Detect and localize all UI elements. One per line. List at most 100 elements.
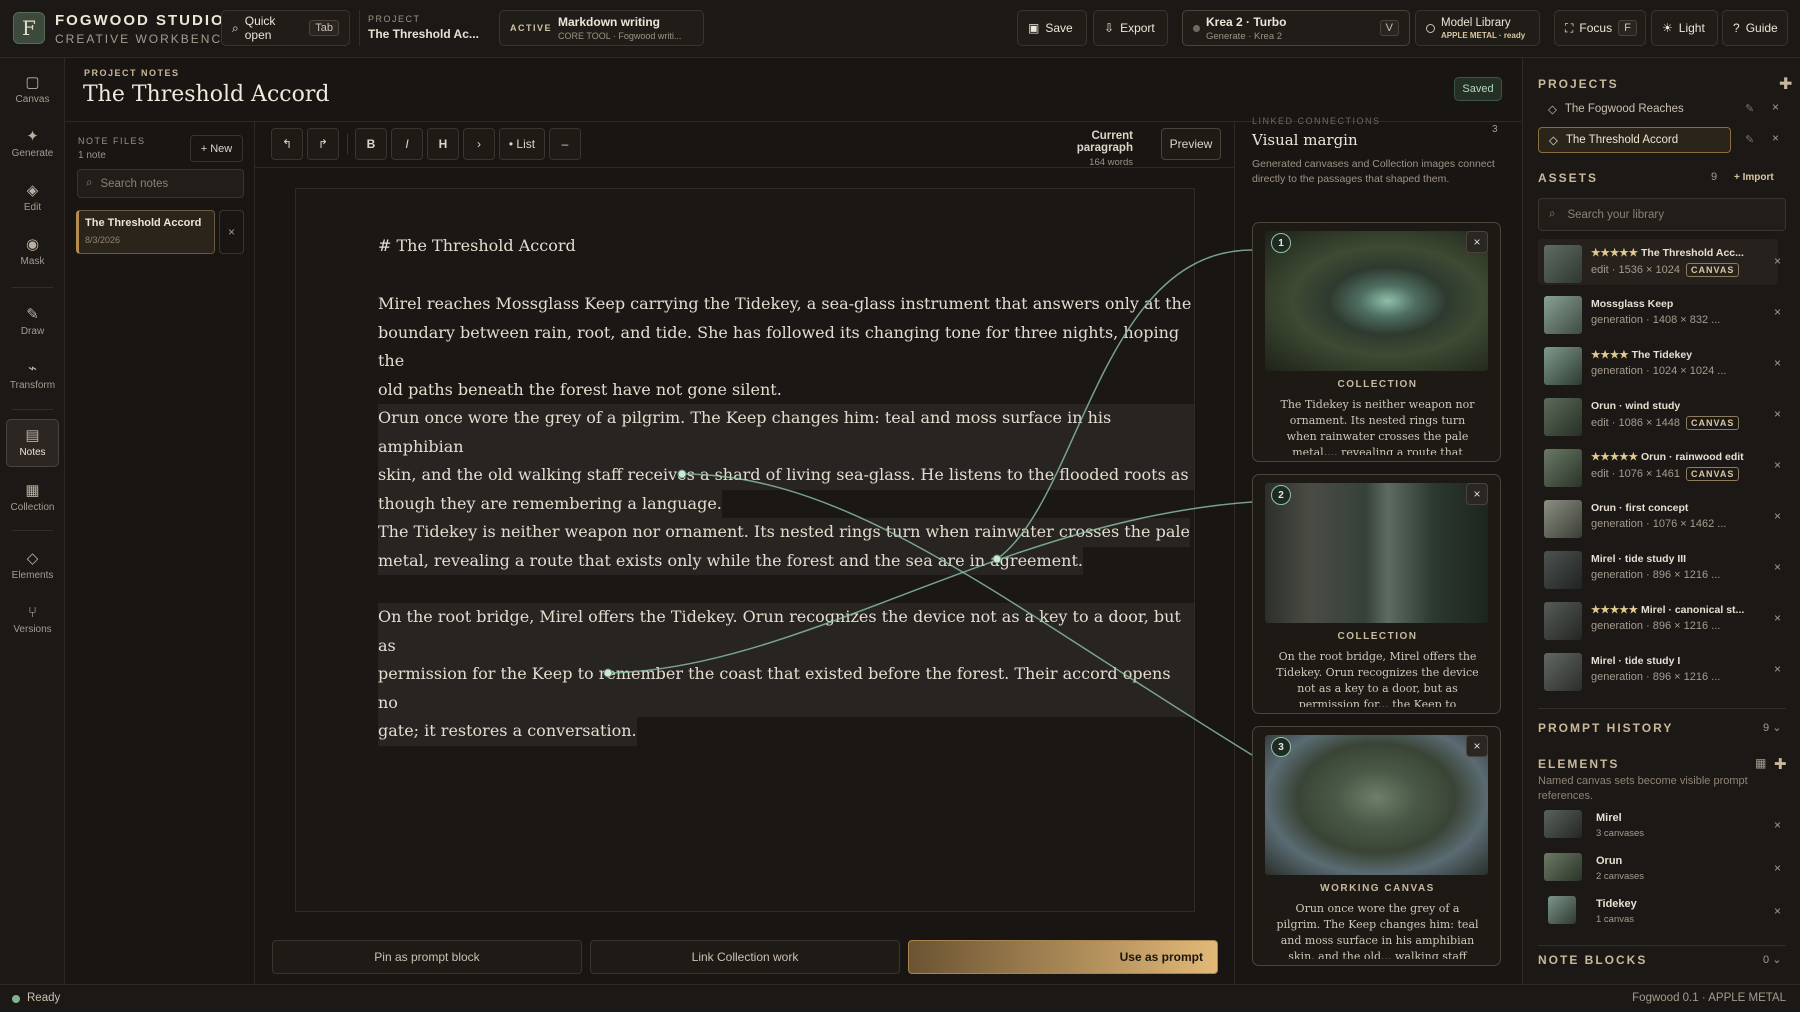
close-icon[interactable]: × bbox=[1774, 861, 1781, 875]
sidebar-item-collection[interactable]: ▦ Collection bbox=[6, 474, 59, 522]
paragraph-line: Mirel reaches Mossglass Keep carrying th… bbox=[378, 294, 1192, 313]
sidebar-item-mask[interactable]: ◉ Mask bbox=[6, 228, 59, 276]
app-logo: F bbox=[13, 12, 45, 44]
editor-panel: ↰ ↱ B I H › • List – Current paragraph 1… bbox=[255, 122, 1235, 984]
preview-button[interactable]: Preview bbox=[1161, 128, 1221, 160]
note-file-item[interactable]: The Threshold Accord 8/3/2026 bbox=[76, 210, 215, 254]
sidebar-item-edit[interactable]: ◈ Edit bbox=[6, 174, 59, 222]
sidebar-item-versions[interactable]: ⑂ Versions bbox=[6, 596, 59, 644]
export-button[interactable]: ⇩ Export bbox=[1093, 10, 1168, 46]
close-icon[interactable]: × bbox=[1772, 100, 1779, 114]
guide-button[interactable]: ? Guide bbox=[1722, 10, 1788, 46]
asset-item[interactable]: Mirel · tide study I generation · 896 × … bbox=[1538, 647, 1778, 693]
focus-button[interactable]: ⛶ Focus F bbox=[1554, 10, 1646, 46]
close-icon[interactable]: × bbox=[1774, 818, 1781, 832]
note-blocks-title[interactable]: NOTE BLOCKS bbox=[1538, 953, 1647, 967]
library-search-input[interactable]: ⌕ Search your library bbox=[1538, 198, 1786, 231]
light-mode-button[interactable]: ☀ Light bbox=[1651, 10, 1718, 46]
model-key: V bbox=[1379, 20, 1399, 36]
element-item[interactable]: Mirel 3 canvases bbox=[1538, 804, 1778, 844]
close-icon[interactable]: × bbox=[1774, 560, 1781, 574]
grid-icon[interactable]: ▦ bbox=[1755, 756, 1766, 770]
sidebar-item-notes[interactable]: ▤ Notes bbox=[6, 419, 59, 467]
rename-project-icon[interactable]: ✎ bbox=[1745, 102, 1754, 115]
new-note-button[interactable]: + New bbox=[190, 135, 243, 162]
paragraph-4[interactable]: On the root bridge, Mirel offers the Tid… bbox=[378, 603, 1194, 746]
asset-item[interactable]: ★★★★ The Tidekey generation · 1024 × 102… bbox=[1538, 341, 1778, 387]
redo-icon: ↱ bbox=[317, 137, 329, 151]
linked-card-1[interactable]: 1 × COLLECTION The Tidekey is neither we… bbox=[1252, 222, 1501, 462]
close-icon[interactable]: × bbox=[1774, 458, 1781, 472]
asset-item[interactable]: Orun · first concept generation · 1076 ×… bbox=[1538, 494, 1778, 540]
remove-link-button[interactable]: × bbox=[1466, 483, 1488, 505]
save-button[interactable]: ▣ Save bbox=[1017, 10, 1087, 46]
quick-open-button[interactable]: ⌕ Quick open Tab bbox=[221, 10, 350, 46]
close-icon[interactable]: × bbox=[1772, 131, 1779, 145]
paragraph-3[interactable]: The Tidekey is neither weapon nor orname… bbox=[378, 518, 1190, 575]
prompt-history-toggle[interactable]: 9 ⌄ bbox=[1763, 721, 1781, 734]
word-count: 164 words bbox=[1089, 157, 1133, 168]
project-item-active[interactable]: ◇ The Threshold Accord bbox=[1538, 127, 1731, 153]
paragraph-2[interactable]: Orun once wore the grey of a pilgrim. Th… bbox=[378, 404, 1194, 518]
link-collection-button[interactable]: Link Collection work bbox=[590, 940, 900, 974]
element-item[interactable]: Tidekey 1 canvas bbox=[1538, 890, 1778, 930]
search-notes-input[interactable]: ⌕ Search notes bbox=[77, 169, 244, 198]
paragraph-1[interactable]: Mirel reaches Mossglass Keep carrying th… bbox=[378, 290, 1194, 404]
asset-item[interactable]: ★★★★★ Orun · rainwood edit edit · 1076 ×… bbox=[1538, 443, 1778, 489]
card-number: 2 bbox=[1271, 485, 1291, 505]
asset-item[interactable]: ★★★★★ Mirel · canonical st... generation… bbox=[1538, 596, 1778, 642]
italic-button[interactable]: I bbox=[391, 128, 423, 160]
sidebar-item-draw[interactable]: ✎ Draw bbox=[6, 298, 59, 346]
active-tool-indicator[interactable]: ACTIVE Markdown writing CORE TOOL · Fogw… bbox=[499, 10, 704, 46]
remove-link-button[interactable]: × bbox=[1466, 735, 1488, 757]
close-icon[interactable]: × bbox=[1774, 356, 1781, 370]
project-item[interactable]: ◇ The Fogwood Reaches bbox=[1538, 96, 1731, 122]
add-element-icon[interactable]: ✚ bbox=[1774, 755, 1787, 773]
close-icon[interactable]: × bbox=[1774, 407, 1781, 421]
sidebar-item-canvas[interactable]: ▢ Canvas bbox=[6, 66, 59, 114]
undo-button[interactable]: ↰ bbox=[271, 128, 303, 160]
import-button[interactable]: + Import bbox=[1734, 172, 1774, 183]
sidebar-item-transform[interactable]: ⌁ Transform bbox=[6, 352, 59, 400]
delete-note-button[interactable]: × bbox=[219, 210, 244, 254]
bold-button[interactable]: B bbox=[355, 128, 387, 160]
add-project-icon[interactable]: ✚ bbox=[1779, 74, 1792, 94]
linked-card-3[interactable]: 3 × WORKING CANVAS Orun once wore the gr… bbox=[1252, 726, 1501, 966]
close-icon[interactable]: × bbox=[1774, 662, 1781, 676]
sidebar-item-elements[interactable]: ◇ Elements bbox=[6, 542, 59, 590]
library-title: Model Library bbox=[1441, 16, 1511, 29]
asset-thumbnail bbox=[1544, 245, 1582, 283]
pin-prompt-block-button[interactable]: Pin as prompt block bbox=[272, 940, 582, 974]
close-icon[interactable]: × bbox=[1774, 254, 1781, 268]
asset-item[interactable]: ★★★★★ The Threshold Acc... edit · 1536 ×… bbox=[1538, 239, 1778, 285]
model-library-button[interactable]: Model Library APPLE METAL · ready bbox=[1415, 10, 1540, 46]
use-as-prompt-button[interactable]: Use as prompt bbox=[908, 940, 1218, 974]
remove-link-button[interactable]: × bbox=[1466, 231, 1488, 253]
element-item[interactable]: Orun 2 canvases bbox=[1538, 847, 1778, 887]
note-blocks-toggle[interactable]: 0 ⌄ bbox=[1763, 953, 1781, 966]
asset-item[interactable]: Mossglass Keep generation · 1408 × 832 .… bbox=[1538, 290, 1778, 336]
heading-button[interactable]: H bbox=[427, 128, 459, 160]
project-indicator[interactable]: PROJECT The Threshold Ac... bbox=[368, 14, 479, 41]
paragraph-line: Orun once wore the grey of a pilgrim. Th… bbox=[378, 404, 1194, 461]
quote-button[interactable]: › bbox=[463, 128, 495, 160]
elements-icon: ◇ bbox=[26, 550, 39, 567]
linked-card-2[interactable]: 2 × COLLECTION On the root bridge, Mirel… bbox=[1252, 474, 1501, 714]
sidebar-item-generate[interactable]: ✦ Generate bbox=[6, 120, 59, 168]
sidebar-label: Collection bbox=[10, 502, 55, 513]
close-icon[interactable]: × bbox=[1774, 509, 1781, 523]
close-icon[interactable]: × bbox=[1774, 611, 1781, 625]
list-button[interactable]: • List bbox=[499, 128, 545, 160]
divider-button[interactable]: – bbox=[549, 128, 581, 160]
document-page[interactable]: # The Threshold Accord Mirel reaches Mos… bbox=[295, 188, 1195, 912]
rename-project-icon[interactable]: ✎ bbox=[1745, 133, 1754, 146]
model-selector[interactable]: Krea 2 · Turbo Generate · Krea 2 V bbox=[1182, 10, 1410, 46]
asset-item[interactable]: Mirel · tide study III generation · 896 … bbox=[1538, 545, 1778, 591]
asset-item[interactable]: Orun · wind study edit · 1086 × 1448 CANV… bbox=[1538, 392, 1778, 438]
app-window: F FOGWOOD STUDIO CREATIVE WORKBENCH ⌕ Qu… bbox=[0, 0, 1800, 1012]
close-icon[interactable]: × bbox=[1774, 305, 1781, 319]
prompt-history-title[interactable]: PROMPT HISTORY bbox=[1538, 721, 1673, 735]
close-icon[interactable]: × bbox=[1774, 904, 1781, 918]
paragraph-line: old paths beneath the forest have not go… bbox=[378, 379, 782, 399]
redo-button[interactable]: ↱ bbox=[307, 128, 339, 160]
